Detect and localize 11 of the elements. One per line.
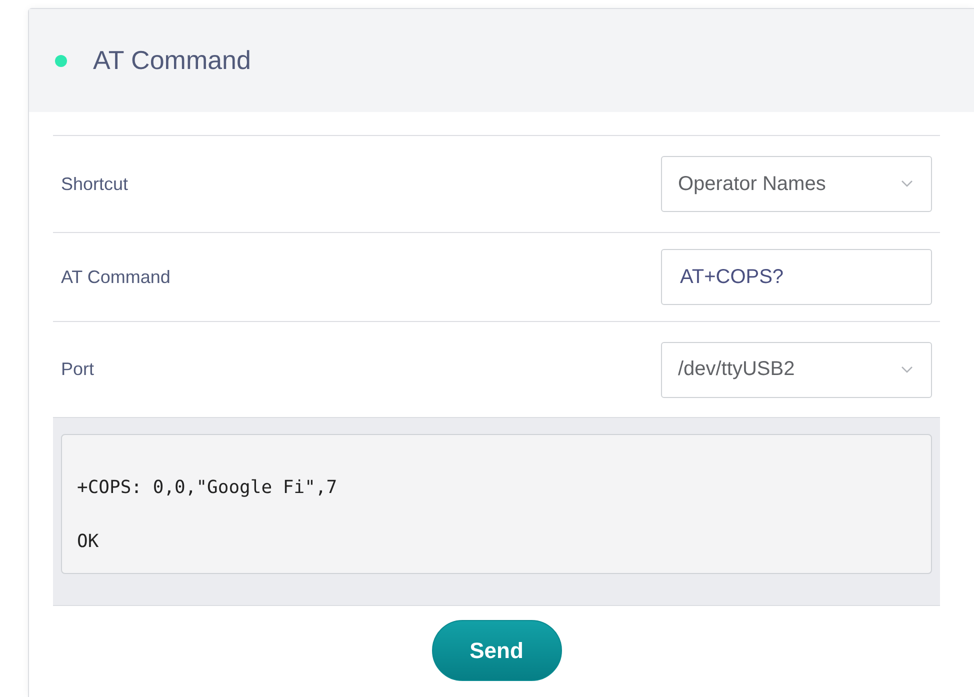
field-label: Port bbox=[61, 359, 94, 380]
field-label: AT Command bbox=[61, 266, 170, 288]
select-field[interactable]: Operator Names bbox=[661, 156, 932, 212]
field-label: Shortcut bbox=[61, 174, 128, 194]
send-button[interactable]: Send bbox=[432, 620, 562, 681]
select-field[interactable]: /dev/ttyUSB2 bbox=[661, 342, 932, 398]
output-text: +COPS: 0,0,"Google Fi",7 OK bbox=[61, 434, 932, 574]
chevron-down-icon bbox=[901, 366, 913, 374]
chevron-down-icon bbox=[901, 180, 913, 188]
input-field[interactable]: AT+COPS? bbox=[661, 249, 932, 305]
panel-title: AT Command bbox=[93, 45, 251, 76]
